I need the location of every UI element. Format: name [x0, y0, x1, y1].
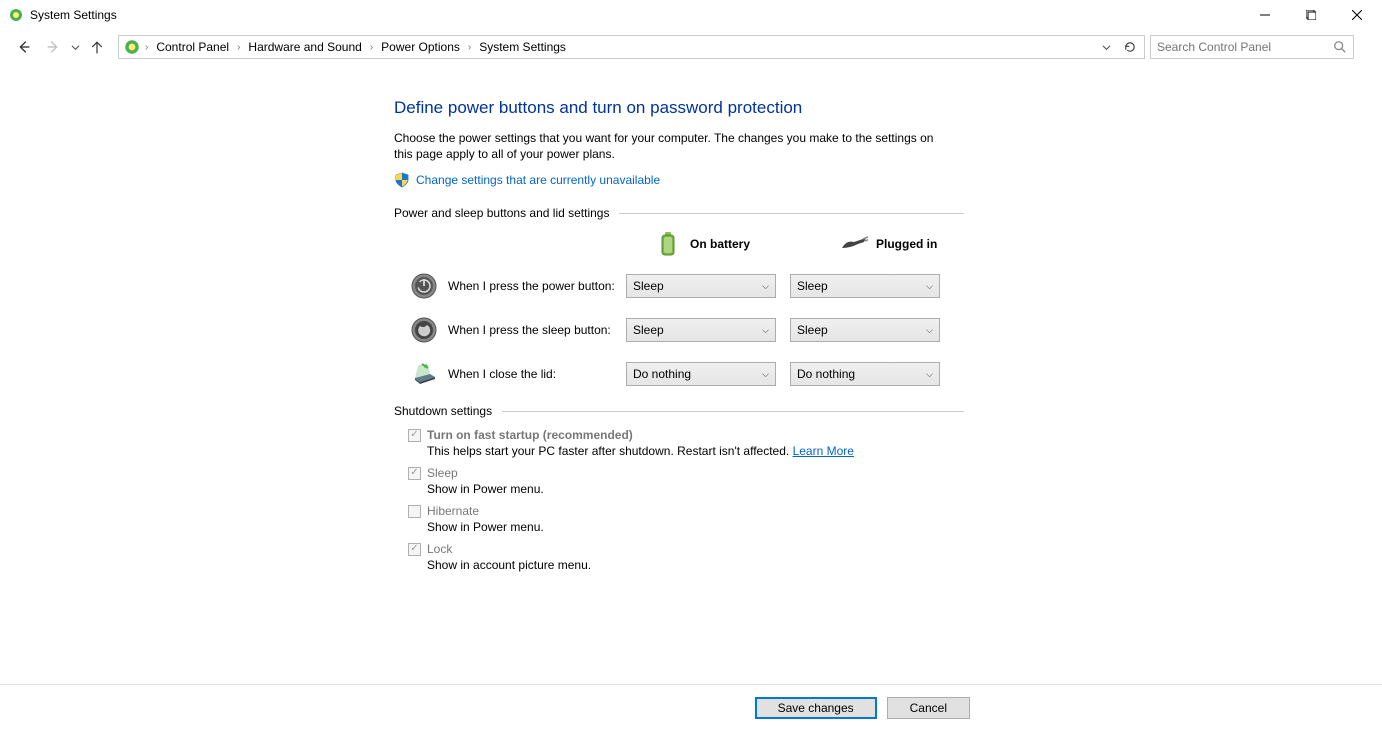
- maximize-button[interactable]: [1288, 0, 1334, 30]
- divider: [619, 213, 964, 214]
- select-lid-battery[interactable]: Do nothing⌵: [626, 362, 776, 386]
- checkbox-row-sleep: Sleep Show in Power menu.: [408, 466, 964, 496]
- search-icon[interactable]: [1333, 40, 1347, 54]
- chevron-down-icon: ⌵: [926, 369, 933, 380]
- battery-icon: [654, 230, 682, 258]
- breadcrumb-separator[interactable]: ›: [368, 42, 375, 53]
- laptop-icon: [410, 360, 438, 388]
- breadcrumb-separator[interactable]: ›: [466, 42, 473, 53]
- setting-label: When I press the sleep button:: [448, 323, 626, 337]
- chevron-down-icon: ⌵: [762, 325, 769, 336]
- shield-icon: [394, 172, 410, 188]
- checkbox-description: Show in Power menu.: [427, 520, 964, 534]
- address-bar[interactable]: › Control Panel › Hardware and Sound › P…: [118, 35, 1145, 59]
- chevron-down-icon: ⌵: [762, 281, 769, 292]
- checkbox-label: Turn on fast startup (recommended): [427, 428, 633, 442]
- navbar: › Control Panel › Hardware and Sound › P…: [0, 30, 1382, 64]
- divider: [502, 411, 964, 412]
- column-header-label: Plugged in: [876, 237, 937, 251]
- page-description: Choose the power settings that you want …: [394, 130, 954, 162]
- save-button[interactable]: Save changes: [755, 697, 877, 719]
- setting-row-lid: When I close the lid: Do nothing⌵ Do not…: [394, 360, 964, 388]
- column-header-plugged: Plugged in: [840, 230, 937, 258]
- setting-label: When I press the power button:: [448, 279, 626, 293]
- column-header-battery: On battery: [654, 230, 750, 258]
- app-icon: [8, 7, 24, 23]
- close-button[interactable]: [1334, 0, 1380, 30]
- sleep-icon: [410, 316, 438, 344]
- setting-label: When I close the lid:: [448, 367, 626, 381]
- select-power-battery[interactable]: Sleep⌵: [626, 274, 776, 298]
- page-heading: Define power buttons and turn on passwor…: [394, 98, 970, 118]
- checkbox-description: Show in account picture menu.: [427, 558, 964, 572]
- cancel-button[interactable]: Cancel: [887, 697, 970, 719]
- chevron-down-icon: ⌵: [926, 325, 933, 336]
- checkbox-label: Lock: [427, 542, 452, 556]
- window-title: System Settings: [30, 8, 1242, 22]
- chevron-down-icon: ⌵: [762, 369, 769, 380]
- checkbox-label: Hibernate: [427, 504, 479, 518]
- section-title: Shutdown settings: [394, 404, 492, 418]
- search-input[interactable]: [1157, 40, 1333, 54]
- select-power-plugged[interactable]: Sleep⌵: [790, 274, 940, 298]
- breadcrumb-item[interactable]: Hardware and Sound: [242, 40, 367, 54]
- select-sleep-plugged[interactable]: Sleep⌵: [790, 318, 940, 342]
- setting-row-power-button: When I press the power button: Sleep⌵ Sl…: [394, 272, 964, 300]
- chevron-down-icon: ⌵: [926, 281, 933, 292]
- recent-locations-button[interactable]: [68, 37, 82, 57]
- checkbox-label: Sleep: [427, 466, 458, 480]
- checkbox-row-hibernate: Hibernate Show in Power menu.: [408, 504, 964, 534]
- select-lid-plugged[interactable]: Do nothing⌵: [790, 362, 940, 386]
- control-panel-icon: [123, 38, 141, 56]
- breadcrumb-separator[interactable]: ›: [143, 42, 150, 53]
- checkbox-description: Show in Power menu.: [427, 482, 964, 496]
- checkbox-row-lock: Lock Show in account picture menu.: [408, 542, 964, 572]
- forward-button[interactable]: [39, 33, 67, 61]
- checkbox[interactable]: [408, 543, 421, 556]
- select-sleep-battery[interactable]: Sleep⌵: [626, 318, 776, 342]
- content-area: Define power buttons and turn on passwor…: [0, 64, 970, 572]
- back-button[interactable]: [10, 33, 38, 61]
- learn-more-link[interactable]: Learn More: [793, 444, 854, 458]
- checkbox-row-fast-startup: Turn on fast startup (recommended) This …: [408, 428, 964, 458]
- plug-icon: [840, 230, 868, 258]
- breadcrumb-item[interactable]: Power Options: [375, 40, 466, 54]
- refresh-button[interactable]: [1118, 36, 1142, 58]
- checkbox[interactable]: [408, 429, 421, 442]
- power-icon: [410, 272, 438, 300]
- setting-row-sleep-button: When I press the sleep button: Sleep⌵ Sl…: [394, 316, 964, 344]
- checkbox[interactable]: [408, 467, 421, 480]
- minimize-button[interactable]: [1242, 0, 1288, 30]
- titlebar: System Settings: [0, 0, 1382, 30]
- breadcrumb-item[interactable]: System Settings: [473, 40, 572, 54]
- checkbox-description: This helps start your PC faster after sh…: [427, 444, 964, 458]
- up-button[interactable]: [83, 33, 111, 61]
- breadcrumb-item[interactable]: Control Panel: [150, 40, 235, 54]
- search-box[interactable]: [1150, 35, 1354, 59]
- column-header-label: On battery: [690, 237, 750, 251]
- breadcrumb-separator[interactable]: ›: [235, 42, 242, 53]
- admin-link[interactable]: Change settings that are currently unava…: [416, 173, 660, 187]
- chevron-down-icon[interactable]: [1102, 43, 1118, 52]
- section-title: Power and sleep buttons and lid settings: [394, 206, 609, 220]
- checkbox[interactable]: [408, 505, 421, 518]
- footer: Save changes Cancel: [0, 684, 1382, 730]
